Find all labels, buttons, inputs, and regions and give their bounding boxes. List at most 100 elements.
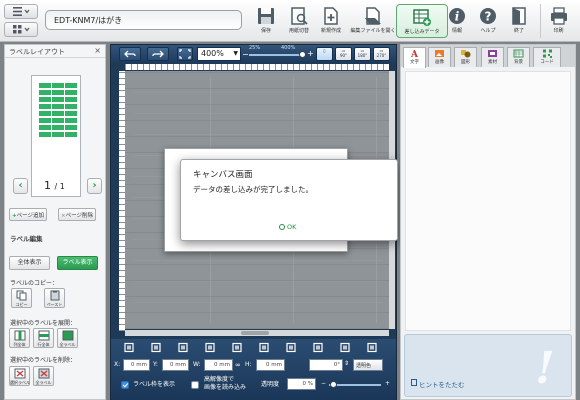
label-cell[interactable] xyxy=(39,111,51,116)
paste-button[interactable]: ペースト xyxy=(44,288,65,308)
show-label-frame-checkbox[interactable] xyxy=(121,381,129,389)
arrange-button[interactable] xyxy=(231,342,247,354)
menu-button[interactable] xyxy=(4,4,38,19)
label-cell[interactable] xyxy=(65,104,77,109)
x-label: X: xyxy=(114,361,121,368)
label-cell[interactable] xyxy=(52,90,64,95)
prev-page-button[interactable]: ‹ xyxy=(13,178,28,194)
tab-material[interactable]: 素材 xyxy=(481,47,504,67)
show-all-button[interactable]: 全体表示 xyxy=(9,256,50,270)
next-page-button[interactable]: › xyxy=(87,178,102,194)
dialog-ok-button[interactable]: OK xyxy=(279,223,296,231)
object-list-area[interactable] xyxy=(405,71,571,331)
show-label-button[interactable]: ラベル表示 xyxy=(57,256,98,270)
close-icon[interactable]: × xyxy=(94,46,101,55)
view-rotate-0-button[interactable]: ▯ xyxy=(316,47,333,61)
delete-page-button[interactable]: ×ページ削除 xyxy=(58,208,96,221)
expand-section-title: 選択中のラベルを展開： xyxy=(10,320,77,327)
label-cell[interactable] xyxy=(65,90,77,95)
tab-code[interactable]: コード xyxy=(533,47,561,67)
h-value: 0 xyxy=(266,362,270,368)
copy-button[interactable] xyxy=(177,342,193,354)
copy-button[interactable]: コピー xyxy=(11,288,32,308)
tab-image[interactable]: 画像 xyxy=(428,47,451,67)
label-cell[interactable] xyxy=(65,118,77,123)
layer-button[interactable] xyxy=(366,342,382,354)
document-title-field[interactable]: EDT-KNM7/はがき xyxy=(45,10,242,30)
print-button[interactable]: 印刷 xyxy=(540,4,576,38)
label-cell[interactable] xyxy=(39,83,51,88)
label-cell[interactable] xyxy=(52,104,64,109)
tab-background[interactable]: 背景 xyxy=(507,47,530,67)
h-field[interactable]: 0 mm xyxy=(256,359,285,371)
label-cell[interactable] xyxy=(65,111,77,116)
angle-stepper-icon[interactable]: ⇕ xyxy=(344,360,349,367)
paper-switch-button[interactable]: 用紙切替 xyxy=(281,4,317,38)
label-cell[interactable] xyxy=(65,97,77,102)
new-document-button[interactable]: 新規作成 xyxy=(313,4,349,38)
zoom-slider-track[interactable] xyxy=(249,54,303,56)
lock-button[interactable] xyxy=(339,342,355,354)
open-file-button[interactable]: 編集ファイルを開く xyxy=(349,4,397,38)
label-cell[interactable] xyxy=(52,125,64,130)
x-field[interactable]: 0 mm xyxy=(123,359,150,371)
expand-column-button[interactable]: 列全体 xyxy=(9,328,30,348)
add-page-button[interactable]: +ページ追加 xyxy=(9,208,47,221)
transparent-color-button[interactable]: 透明色 xyxy=(353,359,383,371)
zoom-out-icon[interactable]: − xyxy=(242,50,249,59)
view-rotate-270-button[interactable]: ▭ 270° xyxy=(373,47,390,61)
delete-selected-label-button[interactable]: 選択ラベル xyxy=(9,366,30,386)
label-cell[interactable] xyxy=(52,111,64,116)
label-cell[interactable] xyxy=(65,83,77,88)
label-cell[interactable] xyxy=(52,97,64,102)
angle-field[interactable]: 0° xyxy=(309,359,343,371)
redo-button[interactable] xyxy=(147,47,169,61)
paste-button[interactable] xyxy=(204,342,220,354)
zoom-in-icon[interactable]: + xyxy=(307,49,314,58)
exit-button[interactable]: 終了 xyxy=(501,4,537,38)
label-cell[interactable] xyxy=(39,132,51,137)
delete-all-labels-button[interactable]: 全ラベル xyxy=(33,366,54,386)
select-area-button[interactable] xyxy=(312,342,328,354)
label-cell[interactable] xyxy=(52,132,64,137)
fit-screen-button[interactable] xyxy=(177,47,193,61)
link-icon[interactable]: ∞ xyxy=(235,361,241,369)
label-cell[interactable] xyxy=(39,104,51,109)
w-field[interactable]: 0 mm xyxy=(204,359,233,371)
calendar-button[interactable] xyxy=(123,342,139,354)
expand-all-button[interactable]: 全ラベル xyxy=(57,328,78,348)
group-button[interactable] xyxy=(285,342,301,354)
label-cell[interactable] xyxy=(52,83,64,88)
grid-menu-button[interactable] xyxy=(4,22,38,37)
expand-row-button[interactable]: 行全体 xyxy=(33,328,54,348)
transparency-minus-icon[interactable]: − xyxy=(321,380,326,387)
transparency-slider-handle[interactable] xyxy=(330,381,337,388)
label-cell[interactable] xyxy=(39,97,51,102)
view-rotate-90-button[interactable]: ▭ 90° xyxy=(335,47,352,61)
view-rotate-180-button[interactable]: ▭ 180° xyxy=(354,47,371,61)
x-unit: mm xyxy=(136,362,147,368)
label-cell[interactable] xyxy=(52,118,64,123)
label-cell[interactable] xyxy=(39,90,51,95)
label-cell[interactable] xyxy=(65,132,77,137)
label-cell[interactable] xyxy=(39,118,51,123)
align-button[interactable] xyxy=(258,342,274,354)
tab-shape[interactable]: 図形 xyxy=(454,47,477,67)
horizontal-scrollbar[interactable] xyxy=(125,330,389,336)
transparency-field[interactable]: 0 % xyxy=(287,378,316,390)
hires-image-checkbox[interactable] xyxy=(191,381,199,389)
undo-button[interactable] xyxy=(119,47,141,61)
zoom-slider-handle[interactable] xyxy=(299,51,306,58)
label-cell[interactable] xyxy=(39,125,51,130)
label-cell[interactable] xyxy=(65,125,77,130)
zoom-select[interactable]: 400% ▼ xyxy=(197,47,241,61)
cut-button[interactable] xyxy=(150,342,166,354)
collapse-hint-link[interactable]: ヒントをたたむ xyxy=(419,379,465,389)
scroll-thumb[interactable] xyxy=(241,331,269,335)
tab-text[interactable]: A 文字 xyxy=(403,47,426,68)
transparency-plus-icon[interactable]: + xyxy=(385,380,390,387)
save-button[interactable]: 保存 xyxy=(248,4,284,38)
new-document-label: 新規作成 xyxy=(320,28,341,34)
y-field[interactable]: 0 mm xyxy=(162,359,189,371)
paste-icon xyxy=(50,290,59,301)
